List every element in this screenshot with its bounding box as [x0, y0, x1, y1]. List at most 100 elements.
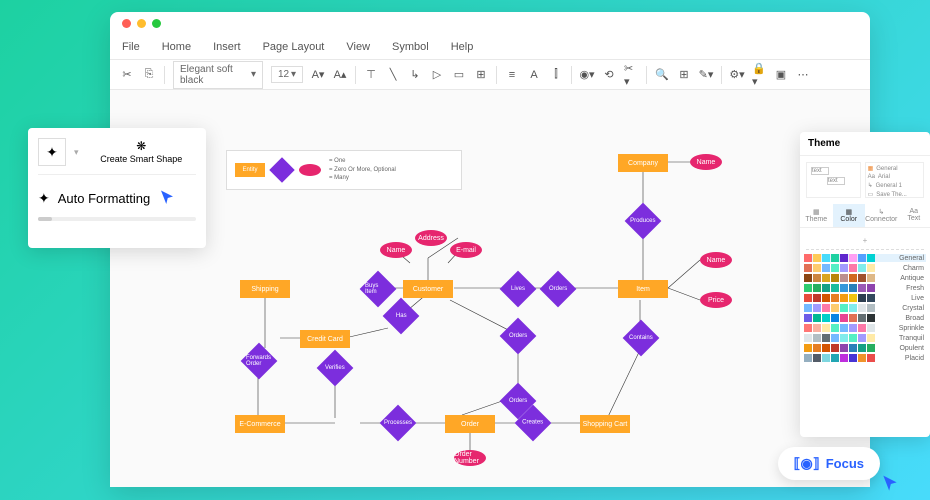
search-icon[interactable]: 🔍	[655, 68, 669, 82]
pv-g1[interactable]: General 1	[876, 183, 902, 189]
dist-icon[interactable]: ⫿	[549, 68, 563, 82]
color-swatch[interactable]	[831, 284, 839, 292]
more-icon[interactable]: ⋯	[796, 68, 810, 82]
gear-icon[interactable]: ⚙▾	[730, 68, 744, 82]
color-swatch[interactable]	[840, 324, 848, 332]
color-swatch[interactable]	[840, 254, 848, 262]
color-swatch[interactable]	[804, 324, 812, 332]
rel-orders2[interactable]: Orders	[500, 318, 537, 355]
tab-theme[interactable]: ▦Theme	[800, 204, 833, 227]
rel-orders[interactable]: Orders	[540, 271, 577, 308]
color-swatch[interactable]	[858, 254, 866, 262]
color-swatch[interactable]	[822, 254, 830, 262]
menu-insert[interactable]: Insert	[213, 41, 241, 53]
palette-row[interactable]: Opulent	[804, 344, 926, 352]
color-swatch[interactable]	[831, 344, 839, 352]
color-swatch[interactable]	[867, 254, 875, 262]
pv-save[interactable]: Save The...	[876, 192, 907, 198]
menu-page-layout[interactable]: Page Layout	[263, 41, 325, 53]
color-swatch[interactable]	[858, 334, 866, 342]
attr-name[interactable]: Name	[380, 242, 412, 258]
tool-icon[interactable]: ⊤	[364, 68, 378, 82]
color-swatch[interactable]	[840, 274, 848, 282]
color-swatch[interactable]	[822, 304, 830, 312]
color-swatch[interactable]	[813, 284, 821, 292]
color-swatch[interactable]	[867, 304, 875, 312]
rel-verifies[interactable]: Verifies	[317, 350, 354, 387]
color-swatch[interactable]	[813, 314, 821, 322]
size-select[interactable]: 12▾	[271, 66, 303, 83]
color-swatch[interactable]	[849, 264, 857, 272]
color-swatch[interactable]	[831, 314, 839, 322]
color-swatch[interactable]	[840, 284, 848, 292]
lock-icon[interactable]: 🔒▾	[752, 68, 766, 82]
palette-row[interactable]: Broad	[804, 314, 926, 322]
color-swatch[interactable]	[849, 284, 857, 292]
color-swatch[interactable]	[831, 334, 839, 342]
color-swatch[interactable]	[858, 274, 866, 282]
entity-shipping[interactable]: Shipping	[240, 280, 290, 298]
color-swatch[interactable]	[813, 344, 821, 352]
pointer-icon[interactable]: ▷	[430, 68, 444, 82]
color-swatch[interactable]	[822, 344, 830, 352]
palette-row[interactable]: Placid	[804, 354, 926, 362]
palette-row[interactable]: Sprinkle	[804, 324, 926, 332]
sparkle-icon[interactable]: ✦	[38, 138, 66, 166]
align-icon[interactable]: ≡	[505, 68, 519, 82]
color-swatch[interactable]	[822, 294, 830, 302]
color-swatch[interactable]	[822, 264, 830, 272]
color-swatch[interactable]	[804, 284, 812, 292]
color-swatch[interactable]	[867, 334, 875, 342]
color-swatch[interactable]	[831, 294, 839, 302]
palette-row[interactable]: Charm	[804, 264, 926, 272]
text-icon[interactable]: A	[527, 68, 541, 82]
menu-help[interactable]: Help	[451, 41, 474, 53]
color-swatch[interactable]	[813, 354, 821, 362]
color-swatch[interactable]	[849, 254, 857, 262]
color-swatch[interactable]	[813, 254, 821, 262]
entity-item[interactable]: Item	[618, 280, 668, 298]
color-swatch[interactable]	[804, 344, 812, 352]
palette-row[interactable]: Antique	[804, 274, 926, 282]
color-swatch[interactable]	[813, 294, 821, 302]
menu-view[interactable]: View	[346, 41, 370, 53]
color-swatch[interactable]	[849, 334, 857, 342]
color-swatch[interactable]	[858, 324, 866, 332]
tab-connector[interactable]: ↳Connector	[865, 204, 898, 227]
preview-thumbnail[interactable]: text text	[806, 162, 861, 198]
color-swatch[interactable]	[867, 354, 875, 362]
entity-ecommerce[interactable]: E-Commerce	[235, 415, 285, 433]
color-swatch[interactable]	[831, 304, 839, 312]
crop-icon[interactable]: ✂▾	[624, 68, 638, 82]
color-swatch[interactable]	[867, 314, 875, 322]
rel-buysitem[interactable]: Buys Item	[360, 271, 397, 308]
grid-icon[interactable]: ⊞	[677, 68, 691, 82]
copy-icon[interactable]: ⎘	[142, 68, 156, 82]
font-up-icon[interactable]: A▴	[333, 68, 347, 82]
color-swatch[interactable]	[867, 324, 875, 332]
color-swatch[interactable]	[849, 344, 857, 352]
fill-icon[interactable]: ◉▾	[580, 68, 594, 82]
color-swatch[interactable]	[804, 254, 812, 262]
shape-icon[interactable]: ▭	[452, 68, 466, 82]
color-swatch[interactable]	[822, 284, 830, 292]
color-swatch[interactable]	[804, 294, 812, 302]
color-swatch[interactable]	[831, 354, 839, 362]
create-smart-shape[interactable]: ❋ Create Smart Shape	[87, 139, 196, 164]
color-swatch[interactable]	[831, 264, 839, 272]
color-swatch[interactable]	[831, 324, 839, 332]
color-swatch[interactable]	[822, 334, 830, 342]
palette-row[interactable]: Fresh	[804, 284, 926, 292]
color-swatch[interactable]	[840, 304, 848, 312]
color-swatch[interactable]	[849, 274, 857, 282]
pv-general[interactable]: General	[876, 166, 897, 172]
rel-processes[interactable]: Processes	[380, 405, 417, 442]
color-swatch[interactable]	[858, 314, 866, 322]
entity-shoppingcart[interactable]: Shopping Cart	[580, 415, 630, 433]
rel-forwards[interactable]: Forwards Order	[241, 343, 278, 380]
menu-file[interactable]: File	[122, 41, 140, 53]
color-swatch[interactable]	[840, 354, 848, 362]
entity-company[interactable]: Company	[618, 154, 668, 172]
tab-text[interactable]: AaText	[898, 204, 930, 227]
line-icon[interactable]: ╲	[386, 68, 400, 82]
